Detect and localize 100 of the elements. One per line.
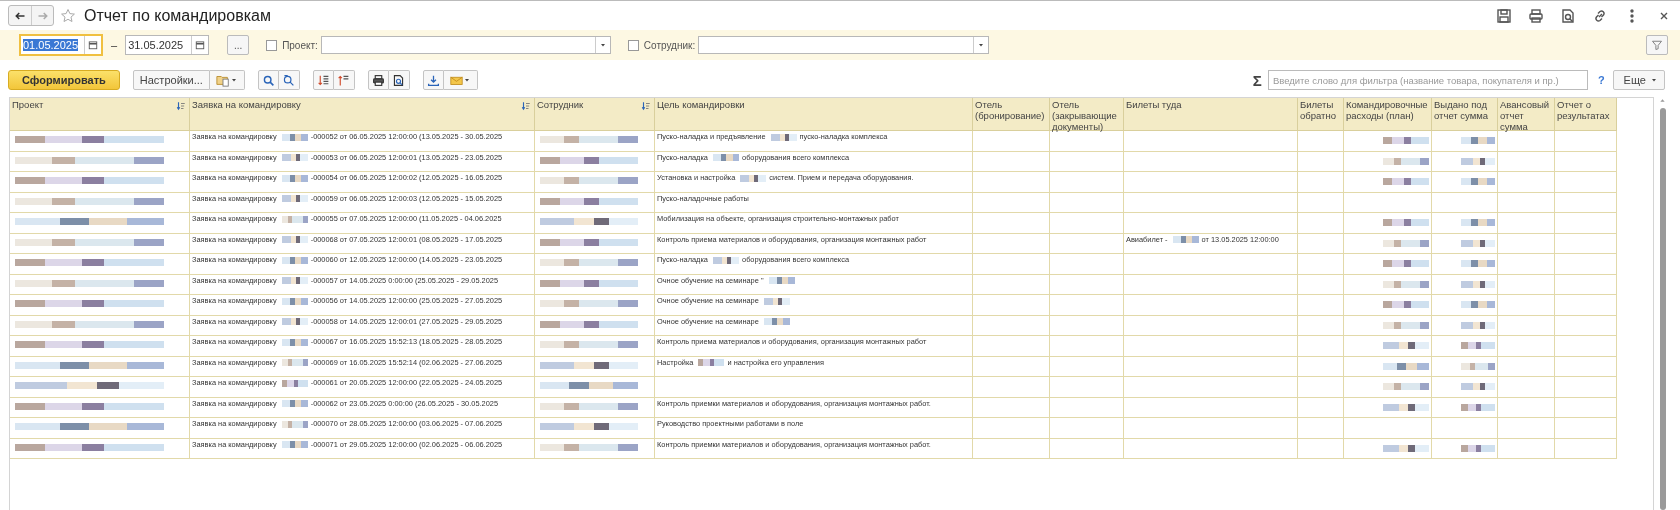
report-variant-button[interactable] xyxy=(209,70,245,90)
redacted-block xyxy=(1461,280,1495,288)
period-button[interactable]: ... xyxy=(227,35,250,55)
table-cell xyxy=(1498,418,1555,439)
folder-document-icon xyxy=(215,73,230,87)
redacted-block xyxy=(1383,219,1429,226)
redacted-block xyxy=(1461,362,1495,370)
print-icon xyxy=(371,73,385,87)
column-header[interactable]: Отель (закрывающие документы) xyxy=(1050,98,1124,131)
field-label: Проект: xyxy=(282,39,318,51)
redacted-block xyxy=(1461,444,1495,452)
date-field[interactable]: 31.05.2025 xyxy=(125,35,210,55)
column-header[interactable]: Выдано под отчет сумма xyxy=(1432,98,1498,131)
caret-icon xyxy=(229,76,238,84)
redacted-block xyxy=(1172,236,1199,244)
search-field[interactable]: Введите слово для фильтра (название товара, покупателя и пр.) xyxy=(1267,70,1588,90)
table-cell xyxy=(1555,295,1617,316)
redacted-block xyxy=(1383,403,1429,411)
redacted-block xyxy=(281,195,308,203)
table-cell xyxy=(1555,315,1617,336)
redacted-block xyxy=(1461,403,1495,411)
scrollbar[interactable] xyxy=(1658,97,1667,510)
collapse-button[interactable] xyxy=(333,70,355,90)
redacted-block xyxy=(1461,301,1495,308)
funnel-icon xyxy=(1651,39,1663,51)
redacted-block xyxy=(763,297,790,305)
find-button[interactable] xyxy=(257,70,279,90)
redacted-block xyxy=(281,277,308,285)
preview-button[interactable] xyxy=(388,70,410,90)
link-icon[interactable] xyxy=(1592,7,1608,24)
help-link[interactable]: ? xyxy=(1597,74,1605,86)
redacted-block xyxy=(1383,362,1429,370)
save-icon[interactable] xyxy=(1496,7,1512,24)
redacted-block xyxy=(1383,157,1429,165)
export-button[interactable] xyxy=(422,70,444,90)
table-cell xyxy=(1555,192,1617,213)
redacted-block xyxy=(281,297,308,305)
sum-button[interactable]: Σ xyxy=(1252,71,1262,89)
table-cell xyxy=(1555,172,1617,193)
download-icon xyxy=(426,73,440,87)
redacted-block xyxy=(713,256,739,264)
redacted-block xyxy=(713,154,739,162)
redacted-block xyxy=(740,174,767,182)
table-cell xyxy=(1555,397,1617,418)
redacted-block xyxy=(1383,280,1429,288)
table-cell xyxy=(1498,192,1555,213)
column-header[interactable]: Проект xyxy=(10,98,190,131)
redacted-block xyxy=(1383,321,1429,329)
column-header[interactable]: Сотрудник xyxy=(535,98,655,131)
generate-button[interactable]: Сформировать xyxy=(8,70,120,90)
redacted-block xyxy=(1383,260,1429,267)
column-header[interactable]: Билеты туда xyxy=(1124,98,1298,131)
caret-icon xyxy=(977,41,986,49)
column-header[interactable]: Авансовый отчет сумма xyxy=(1498,98,1555,131)
checkbox[interactable] xyxy=(627,39,639,51)
redacted-block xyxy=(1461,342,1495,349)
print-button[interactable] xyxy=(367,70,389,90)
column-header[interactable]: Отель (бронирование) xyxy=(973,98,1050,131)
print-icon[interactable] xyxy=(1528,7,1544,24)
redacted-block xyxy=(281,420,308,428)
column-header[interactable]: Командировочные расходы (план) xyxy=(1344,98,1432,131)
expand-button[interactable] xyxy=(312,70,334,90)
table-cell xyxy=(1555,151,1617,172)
redacted-block xyxy=(1383,301,1429,308)
redacted-block xyxy=(1461,383,1495,390)
redacted-block xyxy=(1383,137,1429,144)
column-header[interactable]: Отчет о результатах xyxy=(1555,98,1617,131)
column-header[interactable]: Билеты обратно xyxy=(1298,98,1344,131)
redacted-block xyxy=(281,441,308,449)
redacted-block xyxy=(770,133,797,141)
collapse-rows-icon xyxy=(337,73,351,87)
preview-icon[interactable] xyxy=(1560,7,1576,24)
table-cell xyxy=(1555,438,1617,459)
redacted-block xyxy=(698,359,725,367)
window-title: Отчет по командировкам xyxy=(84,6,271,25)
redacted-block xyxy=(1461,239,1495,247)
find-next-button[interactable] xyxy=(278,70,300,90)
redacted-block xyxy=(768,277,795,285)
redacted-block xyxy=(281,379,308,387)
checkbox[interactable] xyxy=(266,39,278,51)
search-icon xyxy=(261,73,275,87)
date-field[interactable]: 01.05.2025 xyxy=(19,34,103,56)
caret-icon xyxy=(462,76,471,84)
table-cell xyxy=(1555,274,1617,295)
dropdown-field[interactable] xyxy=(698,36,990,54)
dropdown-field[interactable] xyxy=(320,36,611,54)
scroll-up-arrow-icon xyxy=(1659,97,1666,104)
redacted-block xyxy=(281,236,308,244)
star-icon[interactable] xyxy=(60,7,76,24)
redacted-block xyxy=(281,154,308,162)
redacted-block xyxy=(281,318,308,326)
redacted-block xyxy=(1461,219,1495,226)
settings-button[interactable]: Настройки... xyxy=(132,70,210,90)
column-header[interactable]: Заявка на командировку xyxy=(190,98,535,131)
column-header[interactable]: Цель командировки xyxy=(655,98,973,131)
table-cell xyxy=(1298,418,1344,439)
more-button[interactable]: Еще xyxy=(1612,70,1665,90)
calendar-icon xyxy=(88,40,98,50)
redacted-block xyxy=(281,174,308,182)
table-cell xyxy=(1555,356,1617,377)
